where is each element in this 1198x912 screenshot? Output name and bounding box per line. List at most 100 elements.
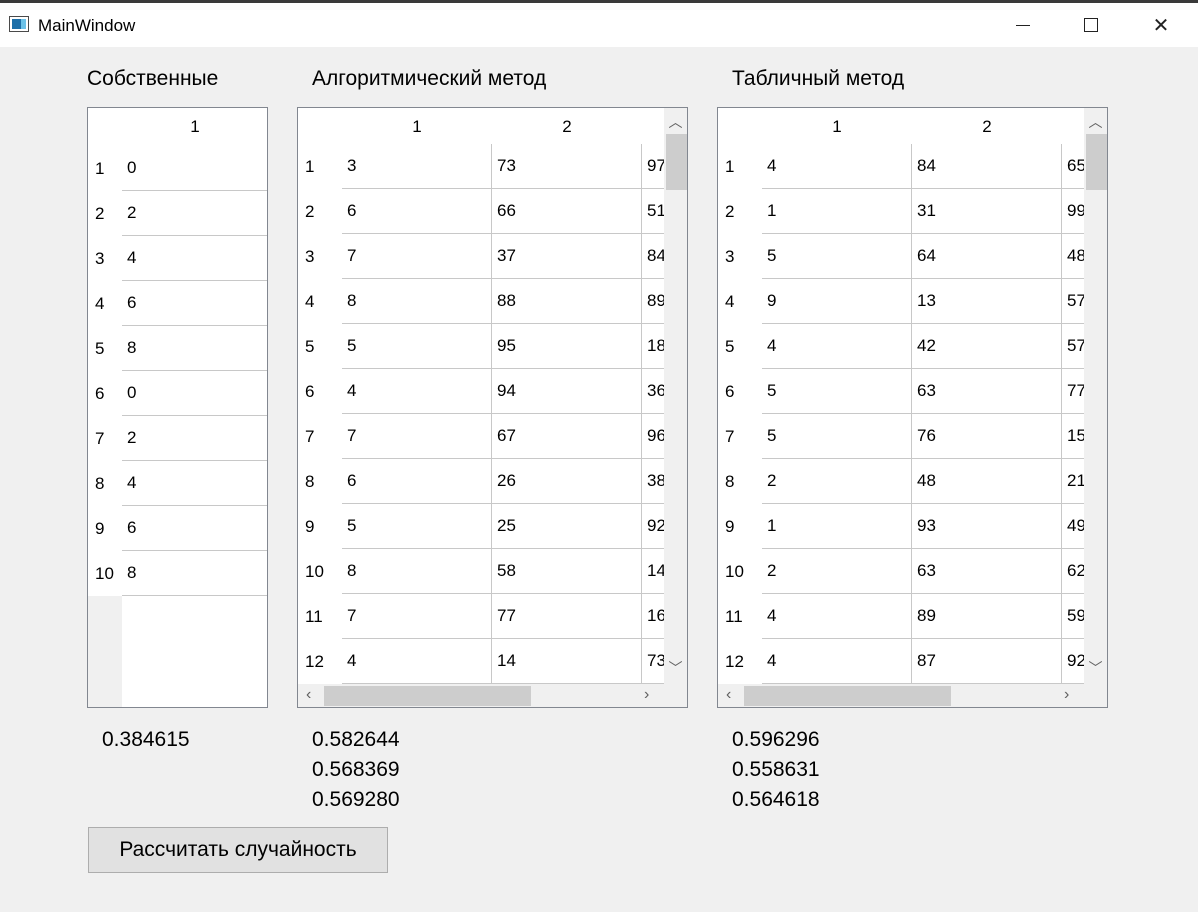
chevron-up-icon[interactable]: ︿ <box>664 112 687 132</box>
own-data-grid[interactable]: 1 1 0 2 2 3 4 4 6 5 8 6 0 7 2 8 4 9 6 10 8 <box>87 107 268 708</box>
table-cell[interactable]: 7 <box>342 234 492 279</box>
column-header[interactable]: 1 <box>762 108 912 146</box>
horizontal-scrollbar[interactable]: ‹ › <box>298 684 664 707</box>
table-cell[interactable]: 8 <box>122 551 267 596</box>
table-cell[interactable]: 6 <box>122 281 267 326</box>
table-cell[interactable]: 4 <box>762 639 912 684</box>
column-header[interactable]: 2 <box>492 108 642 146</box>
table-cell[interactable]: 58 <box>492 549 642 594</box>
table-cell[interactable]: 4 <box>762 324 912 369</box>
table-cell[interactable]: 66 <box>492 189 642 234</box>
calculate-randomness-button[interactable]: Рассчитать случайность <box>88 827 388 873</box>
table-cell[interactable]: 2 <box>122 191 267 236</box>
table-cell[interactable]: 8 <box>342 549 492 594</box>
table-cell[interactable]: 37 <box>492 234 642 279</box>
row-header: 3 <box>305 246 315 266</box>
table-result-1: 0.596296 <box>732 728 820 751</box>
horizontal-scrollbar[interactable]: ‹ › <box>718 684 1084 707</box>
table-cell[interactable]: 6 <box>122 506 267 551</box>
row-header: 5 <box>305 336 315 356</box>
table-cell[interactable]: 2 <box>122 416 267 461</box>
table-cell[interactable]: 13 <box>912 279 1062 324</box>
table-cell[interactable]: 1 <box>762 189 912 234</box>
vertical-scrollbar[interactable]: ︿ ﹀ <box>664 108 687 684</box>
row-header: 9 <box>95 518 105 538</box>
column-header[interactable]: 1 <box>122 108 267 146</box>
row-header: 6 <box>95 383 105 403</box>
table-cell[interactable]: 26 <box>492 459 642 504</box>
table-cell[interactable]: 0 <box>122 146 267 191</box>
chevron-right-icon[interactable]: › <box>1064 686 1069 704</box>
table-cell[interactable]: 64 <box>912 234 1062 279</box>
table-cell[interactable]: 7 <box>342 414 492 459</box>
horizontal-scroll-thumb[interactable] <box>744 686 951 706</box>
table-cell[interactable]: 0 <box>122 371 267 416</box>
table-cell[interactable]: 84 <box>912 144 1062 189</box>
chevron-left-icon[interactable]: ‹ <box>726 686 731 704</box>
table-cell[interactable]: 4 <box>342 639 492 684</box>
chevron-down-icon[interactable]: ﹀ <box>664 658 687 678</box>
table-data-grid[interactable]: 1 2 1 4 84 65 2 1 31 99 3 5 64 48 4 9 13 57 5 4 42 57 6 5 63 77 7 5… <box>717 107 1108 708</box>
table-cell[interactable]: 88 <box>492 279 642 324</box>
table-cell[interactable]: 8 <box>122 326 267 371</box>
table-cell[interactable]: 3 <box>342 144 492 189</box>
table-cell[interactable]: 42 <box>912 324 1062 369</box>
chevron-right-icon[interactable]: › <box>644 686 649 704</box>
table-cell[interactable]: 5 <box>342 324 492 369</box>
maximize-icon <box>1084 18 1098 32</box>
row-header: 8 <box>725 471 735 491</box>
chevron-left-icon[interactable]: ‹ <box>306 686 311 704</box>
table-cell[interactable]: 8 <box>342 279 492 324</box>
table-cell[interactable]: 95 <box>492 324 642 369</box>
vertical-scroll-thumb[interactable] <box>1086 134 1107 190</box>
row-header: 12 <box>725 651 744 671</box>
table-cell[interactable]: 77 <box>492 594 642 639</box>
row-header: 4 <box>95 293 105 313</box>
vertical-scroll-thumb[interactable] <box>666 134 687 190</box>
column-header[interactable]: 1 <box>342 108 492 146</box>
table-cell[interactable]: 6 <box>342 459 492 504</box>
table-cell[interactable]: 48 <box>912 459 1062 504</box>
table-cell[interactable]: 4 <box>122 236 267 281</box>
table-cell[interactable]: 6 <box>342 189 492 234</box>
column-header[interactable]: 2 <box>912 108 1062 146</box>
close-button[interactable]: ✕ <box>1128 3 1194 47</box>
table-cell[interactable]: 2 <box>762 549 912 594</box>
scrollbar-corner <box>1084 684 1107 707</box>
algorithmic-result-3: 0.569280 <box>312 788 400 811</box>
table-cell[interactable]: 31 <box>912 189 1062 234</box>
table-cell[interactable]: 4 <box>122 461 267 506</box>
table-cell[interactable]: 94 <box>492 369 642 414</box>
table-cell[interactable]: 14 <box>492 639 642 684</box>
table-cell[interactable]: 76 <box>912 414 1062 459</box>
table-cell[interactable]: 63 <box>912 369 1062 414</box>
table-cell[interactable]: 93 <box>912 504 1062 549</box>
vertical-scrollbar[interactable]: ︿ ﹀ <box>1084 108 1107 684</box>
table-cell[interactable]: 4 <box>342 369 492 414</box>
table-cell[interactable]: 5 <box>762 414 912 459</box>
maximize-button[interactable] <box>1058 3 1124 47</box>
row-header: 12 <box>305 651 324 671</box>
table-cell[interactable]: 5 <box>762 369 912 414</box>
table-cell[interactable]: 73 <box>492 144 642 189</box>
table-cell[interactable]: 4 <box>762 144 912 189</box>
algorithmic-data-grid[interactable]: 1 2 1 3 73 97 2 6 66 51 3 7 37 84 4 8 88 89 5 5 95 18 6 4 94 36 7 7… <box>297 107 688 708</box>
horizontal-scroll-thumb[interactable] <box>324 686 531 706</box>
chevron-down-icon[interactable]: ﹀ <box>1084 658 1107 678</box>
table-cell[interactable]: 87 <box>912 639 1062 684</box>
table-cell[interactable]: 1 <box>762 504 912 549</box>
chevron-up-icon[interactable]: ︿ <box>1084 112 1107 132</box>
minimize-button[interactable] <box>990 3 1056 47</box>
table-cell[interactable]: 5 <box>342 504 492 549</box>
table-cell[interactable]: 89 <box>912 594 1062 639</box>
table-cell[interactable]: 25 <box>492 504 642 549</box>
table-cell[interactable]: 2 <box>762 459 912 504</box>
table-cell[interactable]: 7 <box>342 594 492 639</box>
table-cell[interactable]: 5 <box>762 234 912 279</box>
close-icon: ✕ <box>1152 14 1170 37</box>
table-cell[interactable]: 4 <box>762 594 912 639</box>
table-cell[interactable]: 9 <box>762 279 912 324</box>
table-cell[interactable]: 67 <box>492 414 642 459</box>
table-cell[interactable]: 63 <box>912 549 1062 594</box>
row-header: 3 <box>95 248 105 268</box>
